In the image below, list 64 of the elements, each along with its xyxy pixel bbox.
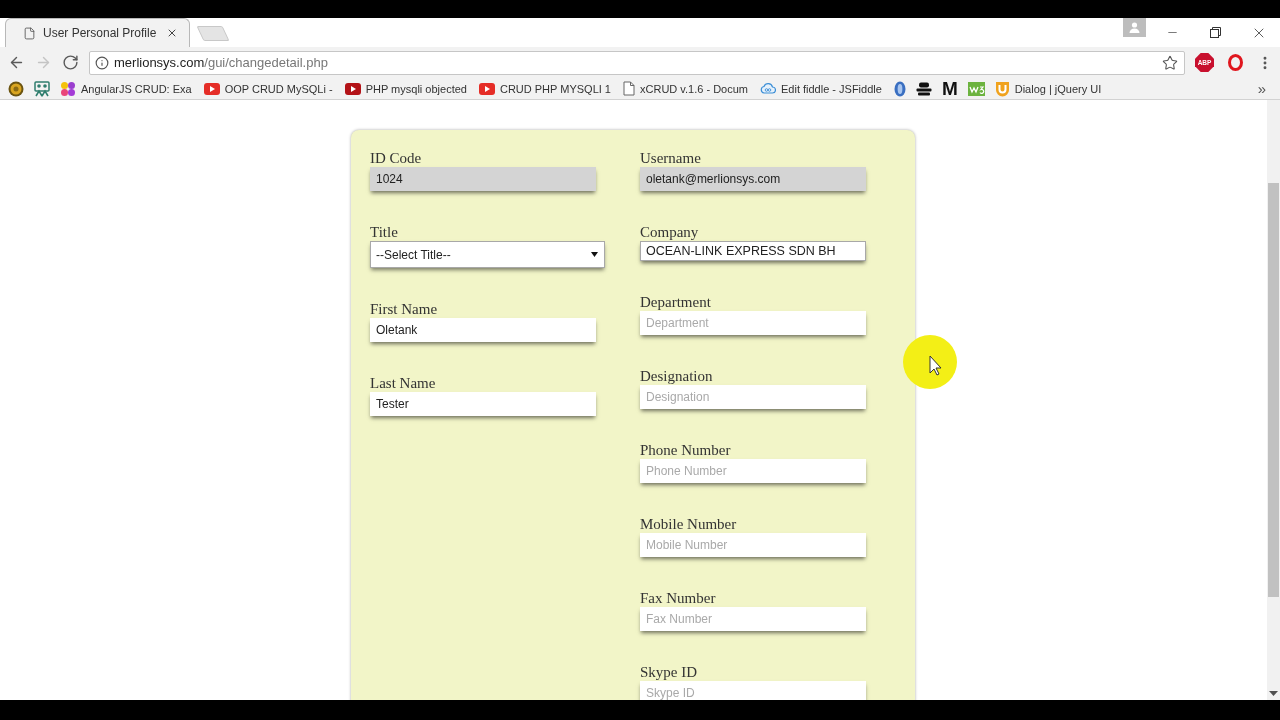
close-icon — [166, 27, 178, 39]
person-icon — [1129, 22, 1140, 33]
star-icon — [1162, 54, 1178, 71]
input-field[interactable]: Oletank — [370, 318, 596, 342]
dots-icon — [60, 80, 76, 97]
bookmark-link[interactable]: xCRUD v.1.6 - Docum — [618, 78, 755, 99]
input-field[interactable]: Phone Number — [640, 459, 866, 483]
reload-icon — [62, 54, 79, 71]
coin-icon — [8, 80, 24, 97]
people-icon — [34, 80, 50, 97]
page-icon — [23, 26, 36, 40]
input-field[interactable]: Tester — [370, 392, 596, 416]
field-label: Company — [640, 224, 699, 240]
scrollbar[interactable] — [1267, 100, 1280, 700]
ring-icon — [1227, 54, 1243, 71]
input-field[interactable]: Department — [640, 311, 866, 335]
input-field[interactable]: OCEAN-LINK EXPRESS SDN BH — [640, 241, 866, 261]
video-play-icon — [203, 82, 220, 95]
bookmark-link[interactable]: Dialog | jQuery UI — [989, 78, 1109, 99]
right-arrow-icon — [35, 54, 52, 71]
left-arrow-icon — [8, 54, 25, 71]
input-field[interactable]: oletank@merlionsys.com — [640, 167, 866, 191]
bookmark-link[interactable]: Edit fiddle - JSFiddle — [755, 78, 889, 99]
tile-icon — [967, 81, 985, 96]
input-field[interactable]: Designation — [640, 385, 866, 409]
field-label: Phone Number — [640, 442, 731, 458]
field-label: First Name — [370, 301, 438, 317]
scrollbar-thumb[interactable] — [1268, 183, 1279, 597]
address-bar[interactable]: merlionsys.com/gui/changedetail.php — [89, 50, 1185, 75]
mouse-cursor-icon — [903, 335, 957, 389]
field-label: Designation — [640, 368, 713, 384]
bookmark-star-button[interactable] — [1162, 54, 1178, 71]
input-field[interactable]: Skype ID — [640, 681, 866, 700]
drop-icon — [893, 80, 906, 97]
browser-tab[interactable]: User Personal Profile — [5, 18, 190, 47]
field-label: Username — [640, 150, 701, 166]
video-play-icon — [344, 82, 361, 95]
bookmarks-overflow-button[interactable]: » — [1253, 80, 1270, 97]
field-label: Skype ID — [640, 664, 698, 680]
select-field[interactable]: --Select Title-- — [370, 241, 605, 268]
cloud-icon — [760, 83, 776, 94]
restore-icon — [1210, 27, 1221, 38]
bookmark-link[interactable]: AngularJS CRUD: Exa — [55, 78, 199, 99]
page-icon — [623, 81, 635, 96]
field-label: Title — [370, 224, 398, 240]
field-label: Fax Number — [640, 590, 716, 606]
bookmark-link[interactable]: M — [936, 78, 963, 99]
bookmark-link[interactable]: PHP mysqli objected — [339, 78, 474, 99]
tray-icon — [915, 81, 932, 96]
field-label: Last Name — [370, 375, 436, 391]
input-field[interactable]: Mobile Number — [640, 533, 866, 557]
caret-icon — [591, 252, 598, 257]
field-label: Department — [640, 294, 711, 310]
url-text: merlionsys.com/gui/changedetail.php — [114, 55, 329, 70]
down-arrow-icon — [1269, 691, 1278, 696]
field-label: ID Code — [370, 150, 422, 166]
field-label: Mobile Number — [640, 516, 737, 532]
input-field[interactable]: Fax Number — [640, 607, 866, 631]
info-icon — [95, 55, 109, 70]
bookmark-link[interactable]: OOP CRUD MySQLi - — [198, 78, 340, 99]
bookmark-link[interactable]: CRUD PHP MYSQLI 1 — [473, 78, 618, 99]
shield-icon — [994, 80, 1010, 97]
input-field[interactable]: 1024 — [370, 167, 596, 191]
video-play-icon — [478, 82, 495, 95]
